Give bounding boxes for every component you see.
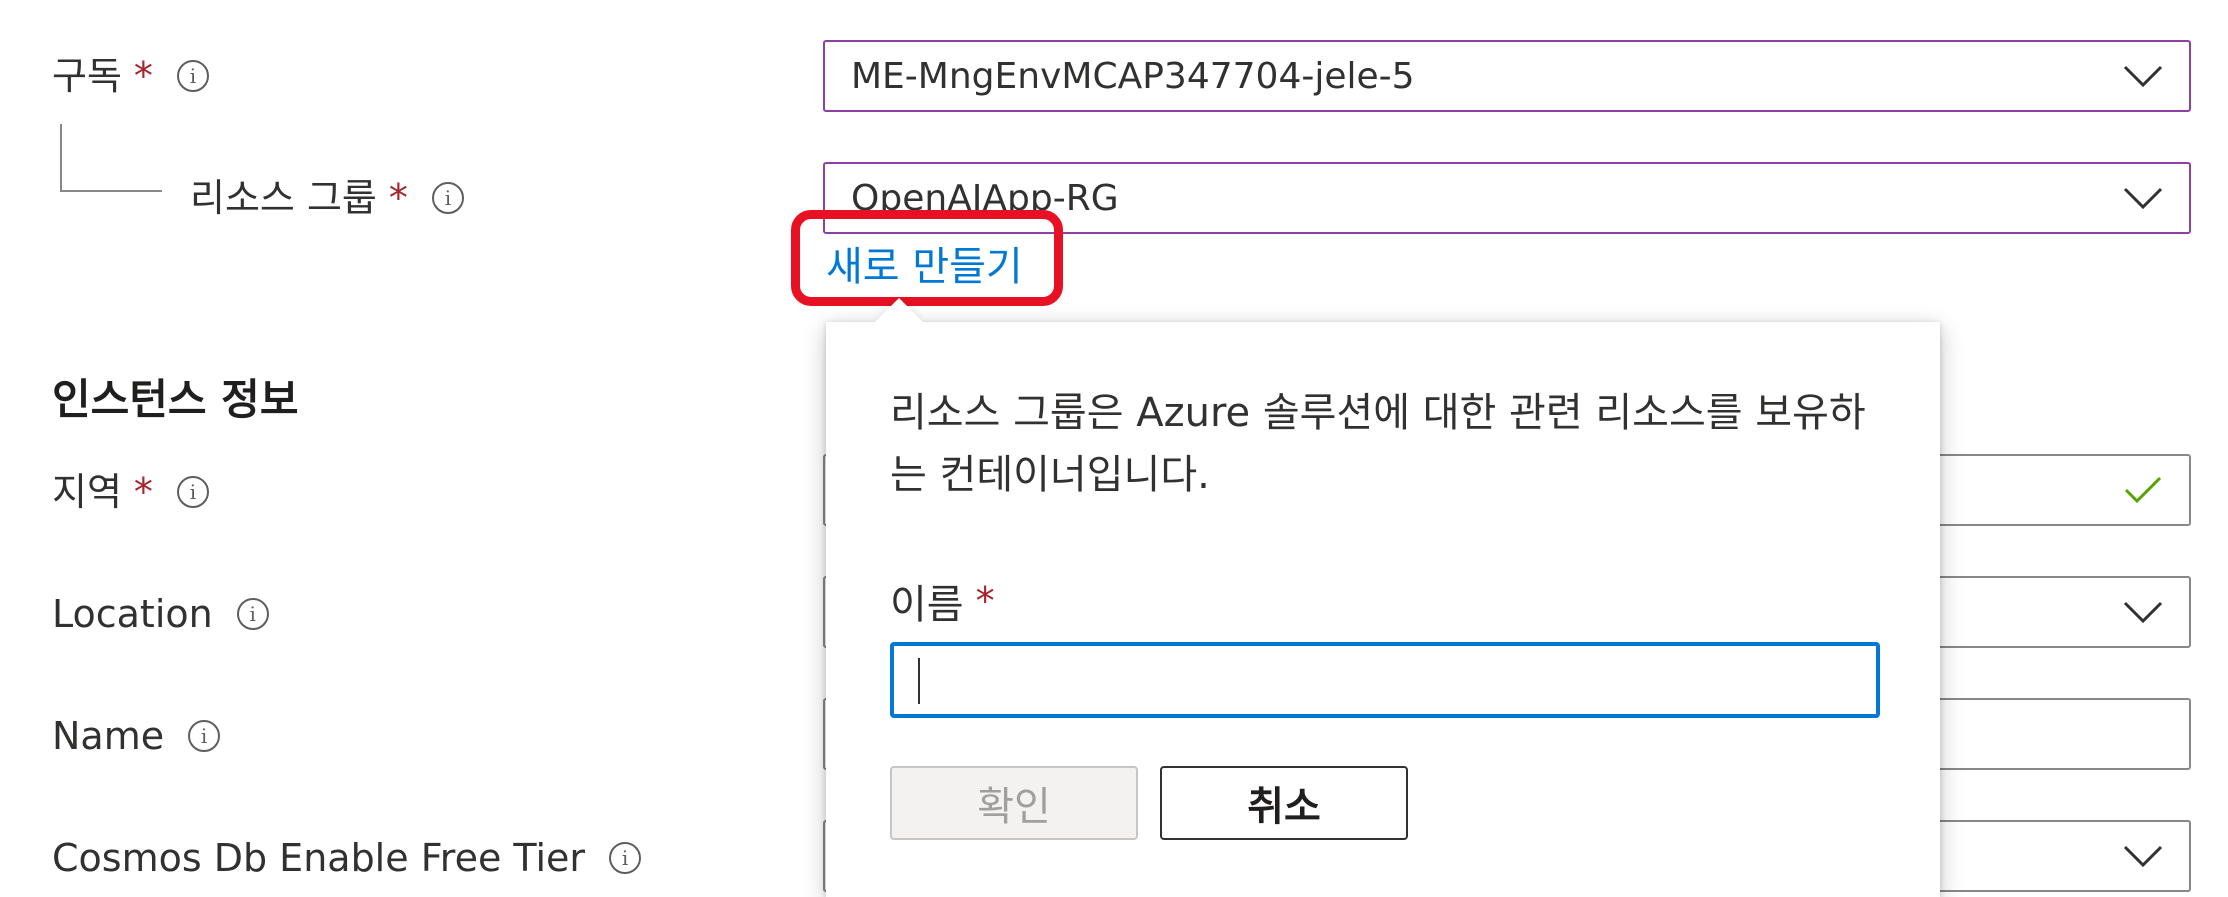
checkmark-icon	[2124, 476, 2162, 504]
highlight-box	[791, 210, 1063, 306]
new-name-label-row: 이름 *	[890, 572, 995, 630]
ok-button[interactable]: 확인	[890, 766, 1138, 840]
subscription-select[interactable]: ME-MngEnvMCAP347704-jele-5	[823, 40, 2191, 112]
name-label-row: Name i	[52, 712, 221, 760]
chevron-down-icon	[2123, 601, 2163, 623]
info-icon[interactable]: i	[176, 476, 209, 508]
cosmos-label-row: Cosmos Db Enable Free Tier i	[52, 834, 642, 882]
subscription-label-row: 구독 * i	[52, 52, 209, 100]
required-indicator: *	[975, 579, 995, 623]
region-label-row: 지역 * i	[52, 468, 209, 516]
new-name-label: 이름	[890, 582, 964, 628]
resource-group-label: 리소스 그룹	[190, 176, 377, 220]
location-label: Location	[52, 592, 213, 636]
info-icon[interactable]: i	[431, 182, 464, 214]
required-indicator: *	[133, 470, 153, 514]
tree-connector	[60, 124, 162, 192]
create-resource-group-callout: 리소스 그룹은 Azure 솔루션에 대한 관련 리소스를 보유하는 컨테이너입…	[826, 297, 1940, 897]
info-icon[interactable]: i	[609, 842, 642, 874]
info-icon[interactable]: i	[188, 720, 221, 752]
cosmos-free-tier-label: Cosmos Db Enable Free Tier	[52, 836, 586, 880]
info-icon[interactable]: i	[176, 60, 209, 92]
instance-section-title: 인스턴스 정보	[52, 375, 299, 424]
chevron-down-icon	[2123, 187, 2163, 209]
resource-group-label-row: 리소스 그룹 * i	[190, 174, 464, 222]
subscription-label: 구독	[52, 54, 122, 98]
cancel-button[interactable]: 취소	[1160, 766, 1408, 840]
callout-description: 리소스 그룹은 Azure 솔루션에 대한 관련 리소스를 보유하는 컨테이너입…	[890, 390, 1866, 498]
chevron-down-icon	[2123, 845, 2163, 867]
new-resource-group-name-input[interactable]	[890, 642, 1880, 718]
required-indicator: *	[388, 176, 408, 220]
required-indicator: *	[133, 54, 153, 98]
text-cursor	[918, 658, 920, 704]
name-label: Name	[52, 714, 165, 758]
chevron-down-icon	[2123, 65, 2163, 87]
info-icon[interactable]: i	[236, 598, 269, 630]
region-label: 지역	[52, 470, 122, 514]
location-label-row: Location i	[52, 590, 269, 638]
subscription-value: ME-MngEnvMCAP347704-jele-5	[851, 55, 1415, 97]
